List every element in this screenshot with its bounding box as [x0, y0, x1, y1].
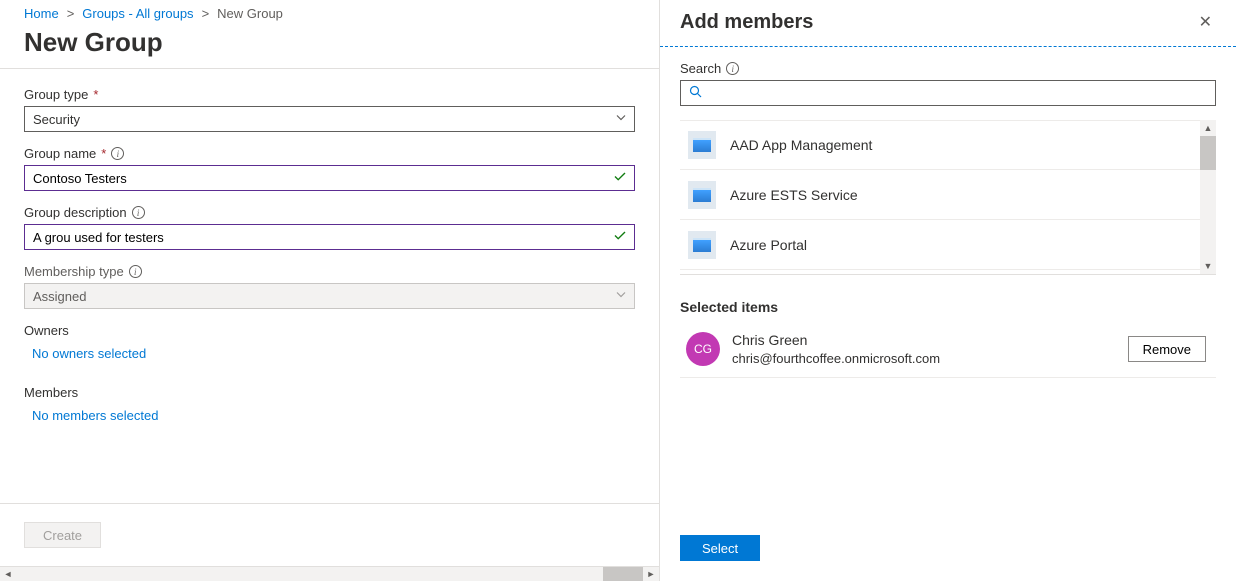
panel-title: Add members — [680, 11, 813, 34]
create-button[interactable]: Create — [24, 522, 101, 548]
info-icon[interactable]: i — [111, 147, 124, 160]
chevron-right-icon: > — [67, 6, 75, 21]
group-desc-label: Group description — [24, 205, 127, 220]
group-name-field[interactable] — [24, 165, 635, 191]
search-input-container[interactable] — [680, 80, 1216, 106]
membership-type-select: Assigned — [24, 283, 635, 309]
selected-item-row: CG Chris Green chris@fourthcoffee.onmicr… — [680, 325, 1216, 378]
breadcrumb-groups[interactable]: Groups - All groups — [82, 6, 193, 21]
members-link[interactable]: No members selected — [24, 406, 158, 423]
scrollbar-thumb[interactable] — [1200, 136, 1216, 170]
result-row[interactable]: Azure Portal — [680, 220, 1200, 270]
search-input[interactable] — [708, 85, 1207, 102]
scroll-down-icon[interactable]: ▼ — [1200, 258, 1216, 274]
owners-label: Owners — [24, 323, 635, 338]
result-name: Azure ESTS Service — [730, 187, 858, 203]
required-marker: * — [93, 87, 98, 102]
selected-email: chris@fourthcoffee.onmicrosoft.com — [732, 350, 1128, 368]
selected-name: Chris Green — [732, 331, 1128, 350]
app-icon — [688, 181, 716, 209]
result-row[interactable]: AAD App Management — [680, 120, 1200, 170]
breadcrumb: Home > Groups - All groups > New Group — [0, 0, 659, 25]
group-desc-field[interactable] — [24, 224, 635, 250]
app-icon — [688, 231, 716, 259]
result-name: AAD App Management — [730, 137, 872, 153]
horizontal-scrollbar[interactable]: ◄ ► — [0, 566, 659, 581]
scroll-left-icon[interactable]: ◄ — [0, 567, 16, 581]
chevron-right-icon: > — [202, 6, 210, 21]
group-type-select[interactable]: Security — [24, 106, 635, 132]
membership-type-value: Assigned — [33, 289, 86, 304]
check-icon — [613, 229, 627, 246]
selected-items-heading: Selected items — [680, 299, 1216, 315]
group-type-label: Group type — [24, 87, 88, 102]
avatar: CG — [686, 332, 720, 366]
search-label: Search — [680, 61, 721, 76]
group-type-value: Security — [33, 112, 80, 127]
membership-type-label: Membership type — [24, 264, 124, 279]
vertical-scrollbar[interactable]: ▲ ▼ — [1200, 120, 1216, 274]
scrollbar-thumb[interactable] — [603, 567, 643, 581]
info-icon[interactable]: i — [129, 265, 142, 278]
scroll-up-icon[interactable]: ▲ — [1200, 120, 1216, 136]
result-name: Azure Portal — [730, 237, 807, 253]
required-marker: * — [101, 146, 106, 161]
result-row[interactable]: Azure ESTS Service — [680, 170, 1200, 220]
remove-button[interactable]: Remove — [1128, 336, 1206, 362]
page-title: New Group — [0, 25, 659, 68]
scroll-right-icon[interactable]: ► — [643, 567, 659, 581]
breadcrumb-current: New Group — [217, 6, 283, 21]
breadcrumb-home[interactable]: Home — [24, 6, 59, 21]
close-icon[interactable]: ✕ — [1195, 8, 1216, 36]
info-icon[interactable]: i — [726, 62, 739, 75]
members-label: Members — [24, 385, 635, 400]
select-button[interactable]: Select — [680, 535, 760, 561]
group-name-label: Group name — [24, 146, 96, 161]
check-icon — [613, 170, 627, 187]
app-icon — [688, 131, 716, 159]
search-icon — [689, 85, 702, 101]
info-icon[interactable]: i — [132, 206, 145, 219]
owners-link[interactable]: No owners selected — [24, 344, 146, 361]
